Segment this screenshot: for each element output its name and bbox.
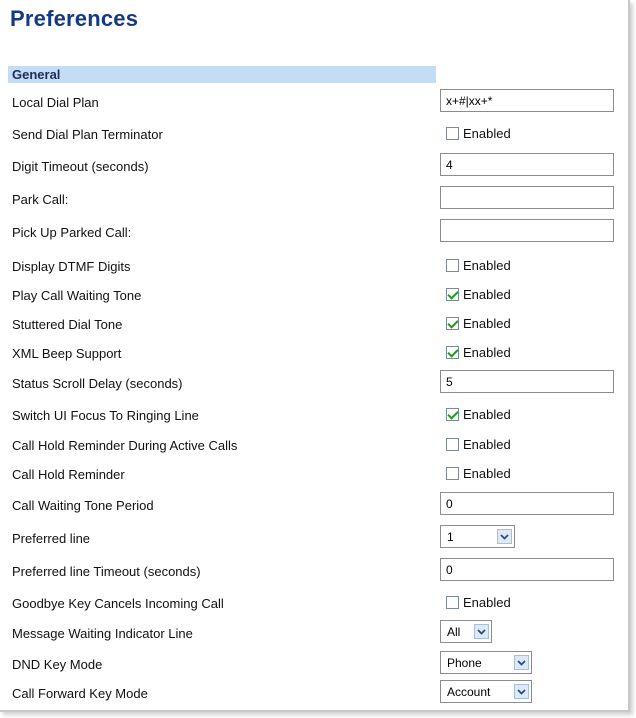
play-call-waiting-tone-checkbox[interactable]: Enabled xyxy=(446,287,511,302)
row-park-call: Park Call: xyxy=(0,186,628,216)
stuttered-dial-tone-checkbox[interactable]: Enabled xyxy=(446,316,511,331)
chevron-down-icon[interactable] xyxy=(514,655,529,670)
chevron-down-icon[interactable] xyxy=(514,684,529,699)
checkbox-label: Enabled xyxy=(463,407,511,422)
mwi-line-label: Message Waiting Indicator Line xyxy=(12,626,193,641)
call-hold-reminder-active-label: Call Hold Reminder During Active Calls xyxy=(12,438,238,453)
row-switch-ui-focus: Switch UI Focus To Ringing Line Enabled xyxy=(0,402,628,432)
chevron-down-icon[interactable] xyxy=(497,529,512,544)
section-header-general: General xyxy=(8,66,436,83)
preferred-line-timeout-label: Preferred line Timeout (seconds) xyxy=(12,564,201,579)
checkbox-unchecked[interactable] xyxy=(446,438,459,451)
dnd-key-mode-label: DND Key Mode xyxy=(12,657,103,672)
local-dial-plan-label: Local Dial Plan xyxy=(12,95,99,110)
xml-beep-support-label: XML Beep Support xyxy=(12,346,122,361)
row-call-hold-reminder: Call Hold Reminder Enabled xyxy=(0,461,628,491)
checkbox-label: Enabled xyxy=(463,595,511,610)
row-pick-up-parked-call: Pick Up Parked Call: xyxy=(0,219,628,249)
checkbox-unchecked[interactable] xyxy=(446,596,459,609)
preferred-line-timeout-input[interactable]: 0 xyxy=(440,558,614,581)
row-preferred-line-timeout: Preferred line Timeout (seconds) 0 xyxy=(0,558,628,588)
chevron-down-icon[interactable] xyxy=(474,624,489,639)
mwi-line-value: All xyxy=(447,624,461,639)
row-local-dial-plan: Local Dial Plan x+#|xx+* xyxy=(0,89,628,119)
digit-timeout-label: Digit Timeout (seconds) xyxy=(12,159,149,174)
checkbox-label: Enabled xyxy=(463,287,511,302)
checkbox-label: Enabled xyxy=(463,437,511,452)
row-call-forward-key-mode: Call Forward Key Mode Account xyxy=(0,680,628,710)
checkmark-icon[interactable] xyxy=(446,288,459,301)
status-scroll-delay-label: Status Scroll Delay (seconds) xyxy=(12,376,183,391)
call-waiting-tone-period-label: Call Waiting Tone Period xyxy=(12,498,154,513)
xml-beep-support-checkbox[interactable]: Enabled xyxy=(446,345,511,360)
call-hold-reminder-checkbox[interactable]: Enabled xyxy=(446,466,511,481)
pick-up-parked-call-input[interactable] xyxy=(440,219,614,242)
row-call-hold-reminder-active: Call Hold Reminder During Active Calls E… xyxy=(0,432,628,462)
checkmark-icon[interactable] xyxy=(446,346,459,359)
row-mwi-line: Message Waiting Indicator Line All xyxy=(0,620,628,650)
checkbox-label: Enabled xyxy=(463,126,511,141)
call-hold-reminder-active-checkbox[interactable]: Enabled xyxy=(446,437,511,452)
play-call-waiting-tone-label: Play Call Waiting Tone xyxy=(12,288,142,303)
call-forward-key-mode-select[interactable]: Account xyxy=(440,680,532,703)
checkbox-label: Enabled xyxy=(463,258,511,273)
send-dial-plan-terminator-label: Send Dial Plan Terminator xyxy=(12,127,163,142)
local-dial-plan-input[interactable]: x+#|xx+* xyxy=(440,89,614,112)
page-title: Preferences xyxy=(10,6,139,31)
status-scroll-delay-input[interactable]: 5 xyxy=(440,370,614,393)
checkbox-unchecked[interactable] xyxy=(446,127,459,140)
switch-ui-focus-label: Switch UI Focus To Ringing Line xyxy=(12,408,199,423)
dnd-key-mode-select[interactable]: Phone xyxy=(440,651,532,674)
row-status-scroll-delay: Status Scroll Delay (seconds) 5 xyxy=(0,370,628,400)
call-forward-key-mode-label: Call Forward Key Mode xyxy=(12,686,148,701)
row-digit-timeout: Digit Timeout (seconds) 4 xyxy=(0,153,628,183)
display-dtmf-digits-checkbox[interactable]: Enabled xyxy=(446,258,511,273)
checkbox-label: Enabled xyxy=(463,466,511,481)
row-call-waiting-tone-period: Call Waiting Tone Period 0 xyxy=(0,492,628,522)
mwi-line-select[interactable]: All xyxy=(440,620,492,643)
checkmark-icon[interactable] xyxy=(446,408,459,421)
park-call-input[interactable] xyxy=(440,186,614,209)
send-dial-plan-terminator-checkbox[interactable]: Enabled xyxy=(446,126,511,141)
checkbox-unchecked[interactable] xyxy=(446,259,459,272)
switch-ui-focus-checkbox[interactable]: Enabled xyxy=(446,407,511,422)
preferences-panel: Preferences General Local Dial Plan x+#|… xyxy=(0,0,630,712)
digit-timeout-input[interactable]: 4 xyxy=(440,153,614,176)
preferred-line-label: Preferred line xyxy=(12,531,91,546)
call-hold-reminder-label: Call Hold Reminder xyxy=(12,467,125,482)
goodbye-key-label: Goodbye Key Cancels Incoming Call xyxy=(12,596,224,611)
checkbox-unchecked[interactable] xyxy=(446,467,459,480)
preferred-line-select[interactable]: 1 xyxy=(440,525,515,548)
call-waiting-tone-period-input[interactable]: 0 xyxy=(440,492,614,515)
row-play-call-waiting-tone: Play Call Waiting Tone Enabled xyxy=(0,282,628,312)
stuttered-dial-tone-label: Stuttered Dial Tone xyxy=(12,317,123,332)
checkbox-label: Enabled xyxy=(463,345,511,360)
call-forward-key-mode-value: Account xyxy=(447,684,491,699)
checkbox-label: Enabled xyxy=(463,316,511,331)
park-call-label: Park Call: xyxy=(12,192,69,207)
row-display-dtmf-digits: Display DTMF Digits Enabled xyxy=(0,253,628,283)
pick-up-parked-call-label: Pick Up Parked Call: xyxy=(12,225,132,240)
row-dnd-key-mode: DND Key Mode Phone xyxy=(0,651,628,681)
row-goodbye-key: Goodbye Key Cancels Incoming Call Enable… xyxy=(0,590,628,620)
section-title: General xyxy=(12,67,61,82)
dnd-key-mode-value: Phone xyxy=(447,655,482,670)
display-dtmf-digits-label: Display DTMF Digits xyxy=(12,259,131,274)
row-preferred-line: Preferred line 1 xyxy=(0,525,628,555)
goodbye-key-checkbox[interactable]: Enabled xyxy=(446,595,511,610)
preferred-line-value: 1 xyxy=(447,529,454,544)
row-send-dial-plan-terminator: Send Dial Plan Terminator Enabled xyxy=(0,121,628,151)
row-stuttered-dial-tone: Stuttered Dial Tone Enabled xyxy=(0,311,628,341)
row-xml-beep-support: XML Beep Support Enabled xyxy=(0,340,628,370)
checkmark-icon[interactable] xyxy=(446,317,459,330)
